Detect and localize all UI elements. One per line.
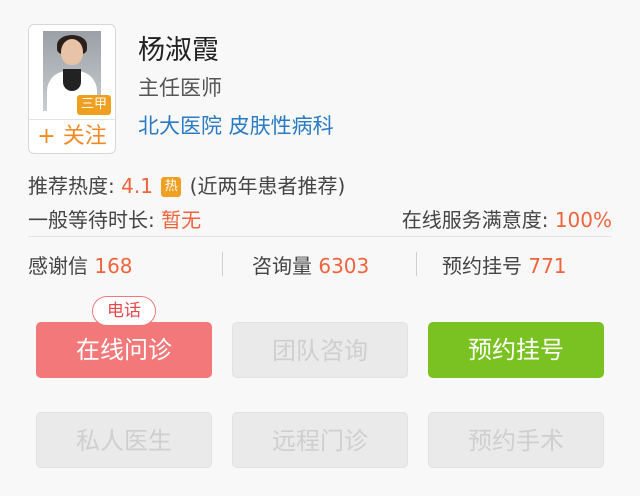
remote-clinic-button[interactable]: 远程门诊 bbox=[232, 412, 408, 468]
recommend-note: (近两年患者推荐) bbox=[183, 174, 346, 198]
doctor-title: 主任医师 bbox=[138, 76, 222, 100]
recommend-label: 推荐热度: bbox=[28, 174, 122, 198]
surgery-booking-button[interactable]: 预约手术 bbox=[428, 412, 604, 468]
private-doctor-button[interactable]: 私人医生 bbox=[36, 412, 212, 468]
hospital-level-badge: 三甲 bbox=[77, 95, 111, 115]
recommend-line: 推荐热度: 4.1 热 (近两年患者推荐) bbox=[28, 170, 345, 199]
appointment-button[interactable]: 预约挂号 bbox=[428, 322, 604, 378]
avatar-box: 三甲 + 关注 bbox=[28, 24, 116, 154]
satisfaction-line: 在线服务满意度: 100% bbox=[402, 204, 612, 233]
stat-value: 771 bbox=[528, 254, 567, 278]
doctor-hospital-link[interactable]: 北大医院 皮肤性病科 bbox=[138, 110, 334, 140]
stat-separator bbox=[416, 252, 417, 276]
hot-badge: 热 bbox=[161, 177, 182, 197]
stat-label: 咨询量 bbox=[252, 254, 319, 278]
team-consult-button[interactable]: 团队咨询 bbox=[232, 322, 408, 378]
doctor-name: 杨淑霞 bbox=[138, 35, 219, 66]
online-consult-button[interactable]: 在线问诊 bbox=[36, 322, 212, 378]
divider bbox=[28, 236, 612, 237]
avatar-shirt bbox=[63, 69, 81, 91]
stat-thanks[interactable]: 感谢信 168 bbox=[28, 250, 133, 279]
stat-separator bbox=[222, 252, 223, 276]
satisfaction-value: 100% bbox=[554, 208, 612, 232]
stat-consultations[interactable]: 咨询量 6303 bbox=[252, 250, 369, 279]
stat-label: 预约挂号 bbox=[442, 254, 529, 278]
avatar-face bbox=[61, 39, 83, 65]
wait-label: 一般等待时长: bbox=[28, 208, 162, 232]
satisfaction-label: 在线服务满意度: bbox=[401, 208, 555, 232]
wait-line: 一般等待时长: 暂无 bbox=[28, 204, 201, 233]
stat-value: 6303 bbox=[318, 254, 370, 278]
doctor-card: 三甲 + 关注 杨淑霞 主任医师 北大医院 皮肤性病科 推荐热度: 4.1 热 … bbox=[0, 0, 640, 496]
recommend-score: 4.1 bbox=[121, 174, 153, 198]
phone-tag[interactable]: 电话 bbox=[92, 296, 156, 326]
wait-value: 暂无 bbox=[161, 208, 202, 232]
follow-button[interactable]: + 关注 bbox=[29, 119, 115, 154]
stat-value: 168 bbox=[94, 254, 133, 278]
stat-label: 感谢信 bbox=[28, 254, 95, 278]
stat-appointments[interactable]: 预约挂号 771 bbox=[442, 250, 567, 279]
